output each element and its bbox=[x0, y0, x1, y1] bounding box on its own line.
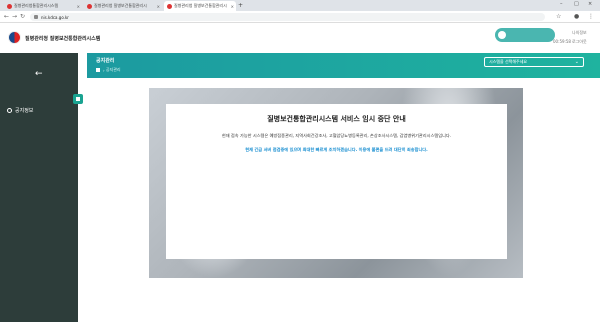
my-info-button[interactable]: 나의정보 bbox=[572, 30, 587, 36]
notice-body: 현재 접속 가능한 시스템은 예방접종관리, 지역사회건강조사, 고혈압당뇨병등… bbox=[221, 133, 452, 138]
left-sidebar: ← 공지정보 bbox=[0, 53, 78, 322]
profile-icon[interactable]: ● bbox=[574, 13, 579, 20]
browser-tab-bar: 질병관리청통합관리시스템 × 질병관리청 질병보건통합관리시 × 질병관리청 질… bbox=[0, 0, 600, 11]
sidebar-item-label: 공지정보 bbox=[15, 108, 34, 114]
user-icon bbox=[7, 108, 12, 113]
main-header: 공지관리 › 공지관리 시스템을 선택해주세요 ⌄ bbox=[87, 53, 600, 78]
page-title: 공지관리 bbox=[96, 58, 115, 64]
forward-icon[interactable]: → bbox=[12, 13, 17, 20]
tab-label: 질병관리청 질병보건통합관리시 bbox=[94, 3, 147, 8]
address-bar: ← → ↻ nis.kdca.go.kr ☆ ● ⋮ bbox=[0, 11, 600, 23]
maximize-icon[interactable]: □ bbox=[574, 1, 579, 7]
system-select-dropdown[interactable]: 시스템을 선택해주세요 ⌄ bbox=[484, 57, 584, 67]
breadcrumb-current[interactable]: 공지관리 bbox=[106, 67, 121, 73]
reload-icon[interactable]: ↻ bbox=[20, 13, 25, 20]
close-icon[interactable]: × bbox=[77, 4, 80, 9]
system-select-value: 시스템을 선택해주세요 bbox=[489, 59, 528, 64]
site-favicon-icon bbox=[7, 3, 12, 9]
close-window-icon[interactable]: × bbox=[588, 1, 592, 7]
browser-tab-2[interactable]: 질병관리청 질병보건통합관리시 × bbox=[84, 1, 162, 11]
sidebar-item-notice-info[interactable]: 공지정보 bbox=[7, 107, 33, 114]
site-info-icon[interactable] bbox=[34, 15, 38, 19]
user-profile-pill[interactable] bbox=[495, 28, 555, 42]
document-icon bbox=[76, 97, 80, 101]
logout-button[interactable]: 로그아웃 bbox=[572, 39, 587, 45]
service-notice-box: 질병보건통합관리시스템 서비스 임시 중단 안내 현재 접속 가능한 시스템은 … bbox=[166, 104, 507, 259]
chevron-down-icon: ⌄ bbox=[574, 59, 579, 65]
government-emblem-logo[interactable] bbox=[8, 31, 21, 44]
browser-tab-1[interactable]: 질병관리청통합관리시스템 × bbox=[4, 1, 82, 11]
notice-emphasis: 현재 긴급 서버 점검중에 있으며 최대한 빠르게 조치하겠습니다. 이용에 불… bbox=[245, 147, 428, 152]
site-favicon-icon bbox=[167, 3, 172, 9]
site-title[interactable]: 질병관리청 질병보건통합관리시스템 bbox=[25, 35, 100, 42]
sidebar-toggle-button[interactable] bbox=[73, 94, 83, 104]
close-icon[interactable]: × bbox=[157, 4, 160, 9]
url-field[interactable]: nis.kdca.go.kr bbox=[30, 13, 545, 21]
new-tab-button[interactable]: + bbox=[238, 2, 243, 9]
back-icon[interactable]: ← bbox=[4, 13, 9, 20]
avatar bbox=[498, 31, 506, 39]
notice-title: 질병보건통합관리시스템 서비스 임시 중단 안내 bbox=[267, 115, 406, 123]
back-arrow-icon[interactable]: ← bbox=[35, 69, 43, 79]
site-favicon-icon bbox=[87, 3, 92, 9]
browser-tab-3-active[interactable]: 질병관리청 질병보건통합관리시 × bbox=[164, 1, 236, 11]
session-timer: 00:59:58 bbox=[553, 39, 571, 44]
bookmark-star-icon[interactable]: ☆ bbox=[556, 13, 561, 20]
menu-kebab-icon[interactable]: ⋮ bbox=[588, 13, 594, 20]
tab-label: 질병관리청 질병보건통합관리시 bbox=[174, 3, 227, 8]
home-icon[interactable] bbox=[96, 68, 100, 72]
breadcrumb: › 공지관리 bbox=[96, 67, 121, 73]
url-text: nis.kdca.go.kr bbox=[41, 14, 69, 20]
close-icon[interactable]: × bbox=[231, 4, 234, 9]
minimize-icon[interactable]: – bbox=[560, 1, 563, 7]
tab-label: 질병관리청통합관리시스템 bbox=[14, 3, 59, 8]
